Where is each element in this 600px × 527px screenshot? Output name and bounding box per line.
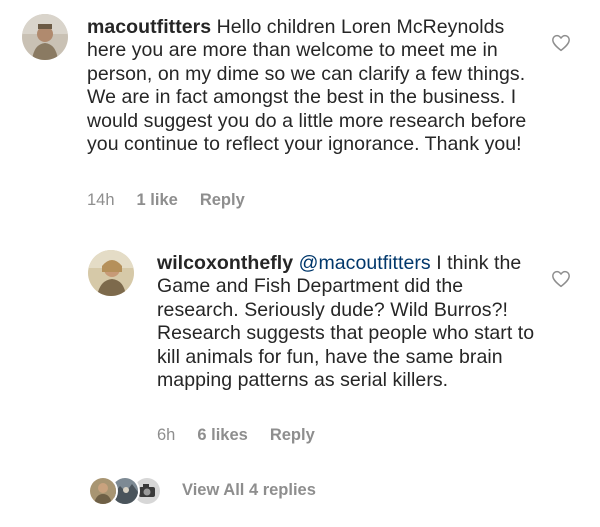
view-all-replies-link[interactable]: View All 4 replies [182,481,316,500]
user-photo-avatar-icon [90,478,116,504]
heart-outline-icon[interactable] [551,270,571,288]
reply-button[interactable]: Reply [270,426,315,445]
user-photo-avatar-icon [88,250,134,296]
heart-outline-icon[interactable] [551,34,571,52]
view-replies-row[interactable]: View All 4 replies [0,470,600,514]
username-link[interactable]: macoutfitters [87,16,211,38]
timestamp: 14h [87,191,115,209]
avatar[interactable] [22,14,68,60]
comment-meta: 14h 1 like Reply [87,191,245,210]
reply-avatar [88,476,118,506]
avatar[interactable] [88,250,134,296]
timestamp: 6h [157,426,176,444]
username-link[interactable]: wilcoxonthefly [157,252,293,274]
mention-link[interactable]: @macoutfitters [299,252,431,274]
comment-macoutfitters: macoutfitters Hello children Loren McRey… [0,0,600,220]
comment-text: macoutfitters Hello children Loren McRey… [87,16,537,156]
user-photo-avatar-icon [22,14,68,60]
likes-count-link[interactable]: 1 like [137,191,178,210]
likes-count-link[interactable]: 6 likes [197,426,247,445]
comment-meta: 6h 6 likes Reply [157,426,315,445]
comment-wilcoxonthefly: wilcoxonthefly @macoutfitters I think th… [0,240,600,460]
comment-text: wilcoxonthefly @macoutfitters I think th… [157,252,542,392]
reply-button[interactable]: Reply [200,191,245,210]
